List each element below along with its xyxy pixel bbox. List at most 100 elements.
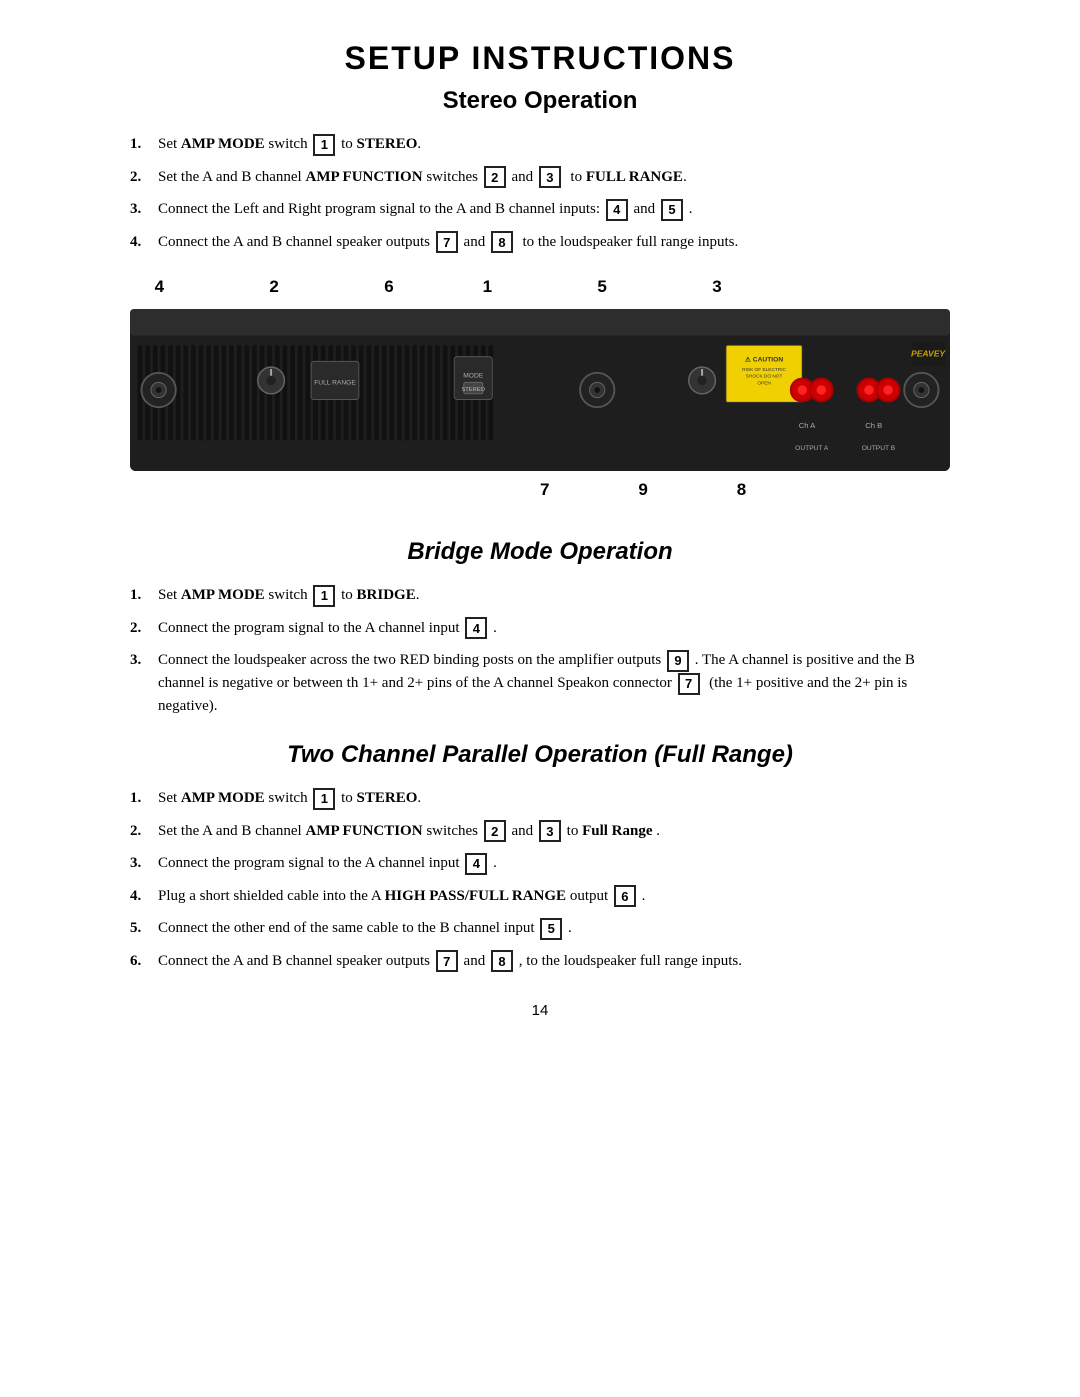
amp-panel-svg: FULL RANGE MODE STEREO ⚠ CAUTION RISK OF… (130, 305, 950, 475)
bottom-label-9: 9 (638, 480, 647, 500)
step-content: Connect the other end of the same cable … (158, 917, 950, 940)
step-content: Set the A and B channel AMP FUNCTION swi… (158, 820, 950, 843)
bottom-label-7: 7 (540, 480, 549, 500)
bridge-label: BRIDGE (357, 587, 416, 603)
step-num: 2. (130, 166, 158, 189)
step-num: 3. (130, 649, 158, 672)
step-num: 3. (130, 198, 158, 221)
bridge-section-title: Bridge Mode Operation (130, 538, 950, 566)
step-content: Connect the A and B channel speaker outp… (158, 950, 950, 973)
step-num: 5. (130, 917, 158, 940)
bridge-step-1: 1. Set AMP MODE switch 1 to BRIDGE. (130, 584, 950, 607)
step-content: Connect the program signal to the A chan… (158, 617, 950, 640)
badge-2: 2 (484, 166, 506, 188)
svg-text:Ch B: Ch B (865, 421, 882, 430)
page-content: SETUP INSTRUCTIONS Stereo Operation 1. S… (90, 0, 990, 1079)
step-num: 4. (130, 231, 158, 254)
page-title: SETUP INSTRUCTIONS (130, 40, 950, 77)
badge-4: 4 (465, 617, 487, 639)
step-num: 2. (130, 820, 158, 843)
badge-3: 3 (539, 166, 561, 188)
step-num: 1. (130, 133, 158, 156)
bridge-step-2: 2. Connect the program signal to the A c… (130, 617, 950, 640)
stereo-step-3: 3. Connect the Left and Right program si… (130, 198, 950, 221)
svg-text:RISK OF ELECTRIC: RISK OF ELECTRIC (742, 367, 786, 373)
badge-5: 5 (661, 199, 683, 221)
stereo-label: STEREO (357, 136, 418, 152)
svg-text:FULL RANGE: FULL RANGE (314, 380, 356, 387)
step-num: 1. (130, 584, 158, 607)
step-content: Plug a short shielded cable into the A H… (158, 885, 950, 908)
badge-3: 3 (539, 820, 561, 842)
step-content: Connect the Left and Right program signa… (158, 198, 950, 221)
svg-text:MODE: MODE (463, 373, 484, 380)
step-num: 4. (130, 885, 158, 908)
amp-mode-label: AMP MODE (181, 587, 265, 603)
step-num: 1. (130, 787, 158, 810)
amp-function-label: AMP FUNCTION (305, 169, 422, 185)
step-content: Set AMP MODE switch 1 to STEREO. (158, 787, 950, 810)
svg-text:PEAVEY: PEAVEY (911, 349, 946, 359)
badge-8: 8 (491, 231, 513, 253)
amp-mode-label: AMP MODE (181, 790, 265, 806)
badge-1: 1 (313, 134, 335, 156)
stereo-step-1: 1. Set AMP MODE switch 1 to STEREO. (130, 133, 950, 156)
parallel-step-2: 2. Set the A and B channel AMP FUNCTION … (130, 820, 950, 843)
parallel-step-1: 1. Set AMP MODE switch 1 to STEREO. (130, 787, 950, 810)
step-num: 2. (130, 617, 158, 640)
badge-7: 7 (436, 231, 458, 253)
step-content: Connect the A and B channel speaker outp… (158, 231, 950, 254)
top-label-1: 1 (483, 277, 492, 297)
top-label-2: 2 (269, 277, 278, 297)
badge-1: 1 (313, 585, 335, 607)
bottom-label-8: 8 (737, 480, 746, 500)
top-label-3: 3 (712, 277, 721, 297)
page-number: 14 (130, 1002, 950, 1019)
step-num: 3. (130, 852, 158, 875)
stereo-step-2: 2. Set the A and B channel AMP FUNCTION … (130, 166, 950, 189)
top-label-4: 4 (155, 277, 164, 297)
step-content: Connect the program signal to the A chan… (158, 852, 950, 875)
top-label-5: 5 (597, 277, 606, 297)
bridge-step-3: 3. Connect the loudspeaker across the tw… (130, 649, 950, 717)
amp-mode-label: AMP MODE (181, 136, 265, 152)
badge-5: 5 (540, 918, 562, 940)
badge-8: 8 (491, 950, 513, 972)
parallel-section-title: Two Channel Parallel Operation (Full Ran… (130, 741, 950, 769)
parallel-step-5: 5. Connect the other end of the same cab… (130, 917, 950, 940)
svg-text:OPEN: OPEN (757, 381, 771, 387)
step-content: Set AMP MODE switch 1 to BRIDGE. (158, 584, 950, 607)
high-pass-label: HIGH PASS/FULL RANGE (385, 888, 566, 904)
stereo-label: STEREO (357, 790, 418, 806)
stereo-section-title: Stereo Operation (130, 87, 950, 115)
badge-7: 7 (678, 673, 700, 695)
amp-function-label: AMP FUNCTION (305, 823, 422, 839)
badge-4: 4 (465, 853, 487, 875)
full-range-label: FULL RANGE (586, 169, 683, 185)
step-content: Set the A and B channel AMP FUNCTION swi… (158, 166, 950, 189)
svg-text:OUTPUT A: OUTPUT A (795, 445, 829, 452)
badge-9: 9 (667, 650, 689, 672)
stereo-step-4: 4. Connect the A and B channel speaker o… (130, 231, 950, 254)
amp-diagram-container: 4 2 6 1 5 3 (130, 277, 950, 508)
parallel-step-3: 3. Connect the program signal to the A c… (130, 852, 950, 875)
badge-1: 1 (313, 788, 335, 810)
badge-6: 6 (614, 885, 636, 907)
top-label-6: 6 (384, 277, 393, 297)
badge-7: 7 (436, 950, 458, 972)
parallel-instructions: 1. Set AMP MODE switch 1 to STEREO. 2. S… (130, 787, 950, 972)
step-num: 6. (130, 950, 158, 973)
step-content: Connect the loudspeaker across the two R… (158, 649, 950, 717)
step-content: Set AMP MODE switch 1 to STEREO. (158, 133, 950, 156)
svg-text:⚠ CAUTION: ⚠ CAUTION (745, 356, 783, 364)
badge-2: 2 (484, 820, 506, 842)
parallel-step-4: 4. Plug a short shielded cable into the … (130, 885, 950, 908)
svg-text:OUTPUT B: OUTPUT B (862, 445, 896, 452)
parallel-step-6: 6. Connect the A and B channel speaker o… (130, 950, 950, 973)
stereo-instructions: 1. Set AMP MODE switch 1 to STEREO. 2. S… (130, 133, 950, 253)
full-range-label: Full Range (582, 823, 652, 839)
bridge-instructions: 1. Set AMP MODE switch 1 to BRIDGE. 2. C… (130, 584, 950, 717)
svg-text:STEREO: STEREO (461, 387, 485, 393)
svg-text:Ch A: Ch A (799, 421, 816, 430)
svg-text:SHOCK DO NOT: SHOCK DO NOT (746, 374, 783, 380)
